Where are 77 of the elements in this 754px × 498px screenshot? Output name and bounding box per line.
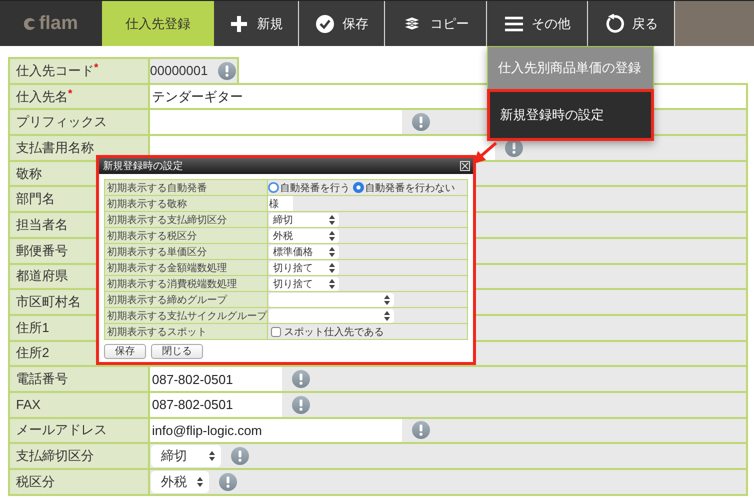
updown-caret-icon xyxy=(329,230,335,240)
field-label: 支払締切区分 xyxy=(16,447,94,466)
setting-label: 初期表示する税区分 xyxy=(105,228,267,243)
dialog-button[interactable]: 保存 xyxy=(104,344,146,359)
checkbox-label: スポット仕入先である xyxy=(284,326,384,338)
radio-label: 自動発番を行わない xyxy=(365,182,455,194)
field-label: 部門名 xyxy=(16,190,55,208)
setting-label: 初期表示する締めグループ xyxy=(105,292,267,307)
updown-caret-icon xyxy=(384,310,390,320)
setting-label: 初期表示する支払締切区分 xyxy=(105,212,267,227)
updown-caret-icon xyxy=(329,278,335,288)
updown-caret-icon xyxy=(384,294,390,304)
refresh-icon xyxy=(604,14,624,34)
text-field[interactable] xyxy=(150,110,402,134)
setting-label: 初期表示するスポット xyxy=(105,324,267,339)
field-label: 仕入先コード xyxy=(16,62,94,80)
field-label: 仕入先名 xyxy=(16,88,68,106)
field-label: 市区町村名 xyxy=(16,293,81,312)
exclamation-icon xyxy=(231,447,249,466)
select-field[interactable]: 標準価格 xyxy=(269,244,339,258)
select-field[interactable] xyxy=(269,308,394,322)
setting-label: 初期表示する自動発番 xyxy=(105,180,267,195)
field-label: 税区分 xyxy=(16,472,55,491)
radio-button[interactable] xyxy=(353,182,364,193)
page-tab[interactable]: 仕入先登録 xyxy=(102,1,214,46)
field-label: メールアドレス xyxy=(16,421,107,440)
select-field[interactable]: 締切 xyxy=(151,445,221,468)
text-field[interactable]: info@flip-logic.com xyxy=(150,418,402,442)
exclamation-icon xyxy=(292,370,310,388)
logo-icon xyxy=(24,16,36,30)
exclamation-icon xyxy=(219,472,237,491)
select-field[interactable]: 締切 xyxy=(269,212,339,226)
logo-text: flam xyxy=(38,12,78,34)
radio-label: 自動発番を行う xyxy=(280,182,350,194)
updown-caret-icon xyxy=(329,262,335,272)
close-icon[interactable] xyxy=(460,161,470,171)
text-field[interactable]: 087-802-0501 xyxy=(150,392,282,417)
select-field[interactable]: 外税 xyxy=(269,228,339,242)
setting-label: 初期表示する単価区分 xyxy=(105,244,267,259)
field-label: 住所1 xyxy=(16,318,50,337)
plus-icon xyxy=(229,14,249,34)
menu-item[interactable]: 新規登録時の設定 xyxy=(487,89,654,141)
setting-label: 初期表示する敬称 xyxy=(105,196,267,211)
select-field[interactable]: 切り捨て xyxy=(269,276,339,290)
exclamation-icon xyxy=(412,113,430,132)
select-field[interactable]: 外税 xyxy=(151,470,209,493)
field-label: 電話番号 xyxy=(16,370,68,388)
select-field[interactable]: 切り捨て xyxy=(269,260,339,274)
exclamation-icon xyxy=(412,421,430,440)
field-label: 郵便番号 xyxy=(16,242,68,260)
field-label: FAX xyxy=(16,397,41,412)
field-label: 敬称 xyxy=(16,164,42,183)
text-field[interactable]: 様 xyxy=(268,196,293,211)
updown-caret-icon xyxy=(209,451,215,462)
setting-label: 初期表示する金額端数処理 xyxy=(105,260,267,275)
updown-caret-icon xyxy=(197,476,203,487)
dialog-title: 新規登録時の設定 xyxy=(103,160,183,173)
field-label: 都道府県 xyxy=(16,267,68,286)
required-mark: * xyxy=(94,62,98,74)
text-field[interactable]: 087-802-0501 xyxy=(150,367,282,391)
setting-label: 初期表示する支払サイクルグループ xyxy=(105,308,267,323)
select-field[interactable] xyxy=(269,292,394,306)
checkbox[interactable] xyxy=(271,326,281,336)
field-label: 住所2 xyxy=(16,344,50,362)
field-label: 担当者名 xyxy=(16,216,68,234)
check-circle-icon xyxy=(314,14,334,34)
required-mark: * xyxy=(68,88,72,100)
field-label: プリフィックス xyxy=(16,113,107,132)
setting-label: 初期表示する消費税端数処理 xyxy=(105,276,267,291)
updown-caret-icon xyxy=(329,246,335,256)
radio-button[interactable] xyxy=(268,182,279,193)
exclamation-icon xyxy=(292,396,310,414)
exclamation-icon xyxy=(218,62,236,80)
field-label: 支払書用名称 xyxy=(16,138,94,157)
code-value: 00000001 xyxy=(150,63,208,78)
updown-caret-icon xyxy=(329,214,335,224)
dialog-button[interactable]: 閉じる xyxy=(151,344,203,359)
